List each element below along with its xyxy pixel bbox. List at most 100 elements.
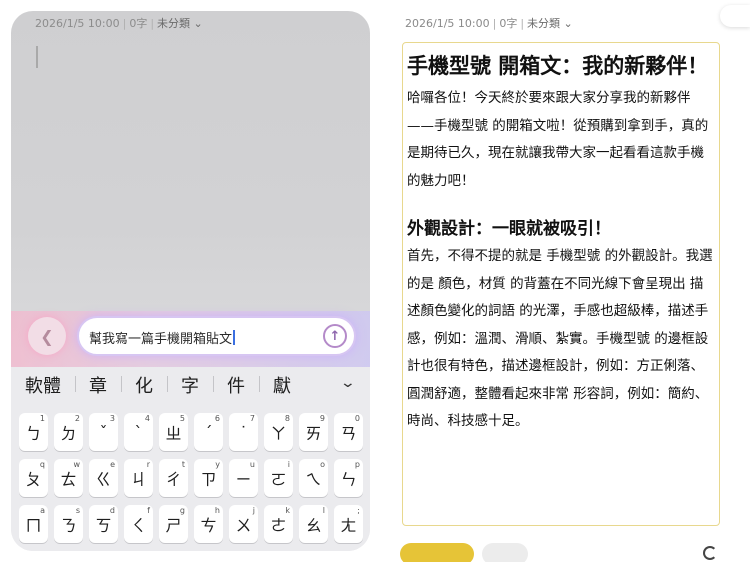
keyboard-key[interactable]: ˋ4 — [124, 413, 153, 451]
key-sublabel: k — [285, 506, 290, 515]
keyboard-key[interactable]: ㄐr — [124, 459, 153, 497]
key-sublabel: e — [110, 460, 115, 469]
refresh-icon[interactable] — [703, 546, 717, 560]
key-sublabel: 2 — [74, 414, 80, 423]
key-label: ㄞ — [305, 424, 322, 443]
key-sublabel: d — [109, 506, 115, 515]
keyboard-key[interactable]: ㄎd — [89, 505, 118, 543]
key-sublabel: 7 — [249, 414, 255, 423]
key-sublabel: g — [179, 506, 185, 515]
ai-prompt-value: 幫我寫一篇手機開箱貼文 — [89, 332, 233, 347]
keyboard-key[interactable]: ㄚ8 — [264, 413, 293, 451]
key-sublabel: l — [322, 506, 325, 515]
post-title: 手機型號 開箱文：我的新夥伴！ — [407, 54, 709, 78]
back-button[interactable]: ❮ — [28, 317, 66, 355]
keyboard-key[interactable]: ˊ6 — [194, 413, 223, 451]
key-sublabel: ; — [357, 506, 360, 515]
keyboard-key[interactable]: ㄗy — [194, 459, 223, 497]
keyboard-key[interactable]: ㄧu — [229, 459, 258, 497]
candidate-word[interactable]: 章 — [75, 372, 121, 398]
key-label: ㄇ — [25, 516, 42, 535]
keyboard-key[interactable]: ㄑf — [124, 505, 153, 543]
keyboard-key[interactable]: ㄘh — [194, 505, 223, 543]
keyboard-key[interactable]: ㄆq — [19, 459, 48, 497]
key-label: ㄊ — [60, 470, 77, 489]
keyboard-key[interactable]: ㄣp — [334, 459, 363, 497]
keyboard-key[interactable]: ㄟo — [299, 459, 328, 497]
keyboard-key[interactable]: ㄔt — [159, 459, 188, 497]
key-label: ㄛ — [270, 470, 287, 489]
ai-prompt-input[interactable]: 幫我寫一篇手機開箱貼文 ↑ — [77, 316, 356, 356]
note-char-count: 0字 — [129, 17, 148, 30]
note-date: 2026/1/5 10:00 — [405, 17, 490, 30]
keyboard-key[interactable]: ㄇa — [19, 505, 48, 543]
key-sublabel: w — [73, 460, 80, 469]
key-label: ㄠ — [305, 516, 322, 535]
section-heading: 外觀設計：一眼就被吸引！ — [407, 219, 611, 239]
category-label: 未分類 — [527, 17, 561, 30]
key-sublabel: f — [147, 506, 150, 515]
keyboard-key[interactable]: ㄠl — [299, 505, 328, 543]
candidate-word[interactable]: 件 — [213, 372, 259, 398]
candidate-word[interactable]: 字 — [167, 372, 213, 398]
note-date: 2026/1/5 10:00 — [35, 17, 120, 30]
action-chip-secondary[interactable] — [482, 543, 528, 562]
send-button[interactable]: ↑ — [323, 324, 347, 348]
keyboard-key[interactable]: ㄜk — [264, 505, 293, 543]
key-label: ㄟ — [305, 470, 322, 489]
keyboard-key[interactable]: ㄛi — [264, 459, 293, 497]
key-label: ㄤ — [340, 516, 357, 535]
key-sublabel: s — [75, 506, 80, 515]
keyboard-key[interactable]: ˙ 7 — [229, 413, 258, 451]
action-chip-primary[interactable] — [400, 543, 474, 562]
key-sublabel: j — [252, 506, 255, 515]
key-grid: ㄅ 1 ㄉ 2 ˇ 3 ˋ 4 ㄓ 5 ˊ 6 ˙ 7 ㄚ 8 ㄞ 9 ㄢ 0 ㄆ q ㄊ w ㄍ e ㄐ r ㄔ t ㄗ y ㄧ u ㄛ i ㄟ o ㄣ p… — [19, 413, 364, 551]
section-body: 首先，不得不提的就是 手機型號 的外觀設計。我選的是 顏色，材質 的背蓋在不同光… — [407, 248, 713, 429]
category-selector[interactable]: 未分類 ⌄ — [157, 17, 203, 30]
key-label: ㄢ — [340, 424, 357, 443]
key-sublabel: 3 — [109, 414, 115, 423]
keyboard-key[interactable]: ㄍe — [89, 459, 118, 497]
candidate-word[interactable]: 軟體 — [11, 372, 75, 398]
meta-divider: | — [122, 17, 127, 30]
key-row: ㄇ a ㄋ s ㄎ d ㄑ f ㄕ g ㄘ h ㄨ j ㄜ k ㄠ l ㄤ; — [19, 505, 364, 543]
category-label: 未分類 — [157, 17, 191, 30]
ai-prompt-text: 幫我寫一篇手機開箱貼文 — [89, 328, 235, 347]
keyboard-key[interactable]: ㄤ; — [334, 505, 363, 543]
key-label: ㄐ — [130, 470, 147, 489]
key-sublabel: h — [214, 506, 220, 515]
key-sublabel: q — [39, 460, 45, 469]
key-sublabel: p — [354, 460, 360, 469]
generated-post[interactable]: 手機型號 開箱文：我的新夥伴！ 哈囉各位！今天終於要來跟大家分享我的新夥伴——手… — [402, 42, 720, 526]
keyboard-key[interactable]: ㄊw — [54, 459, 83, 497]
key-sublabel: 1 — [39, 414, 45, 423]
screenshot-root: 2026/1/5 10:00 | 0字 | 未分類 ⌄ ❮ 幫我寫一篇手機開箱貼文 ↑ … — [0, 0, 750, 562]
key-row: ㄆqㄊwㄍeㄐrㄔtㄗyㄧuㄛiㄟoㄣp — [19, 459, 364, 497]
keyboard-key[interactable]: ㄢ0 — [334, 413, 363, 451]
meta-divider: | — [520, 17, 525, 30]
expand-candidates-button[interactable]: ⌄ — [340, 375, 356, 391]
floating-handle[interactable] — [720, 5, 750, 27]
candidate-word[interactable]: 化 — [121, 372, 167, 398]
key-sublabel: 9 — [319, 414, 325, 423]
keyboard-key[interactable]: ˇ3 — [89, 413, 118, 451]
candidate-word[interactable]: 獻 — [259, 372, 305, 398]
key-sublabel: 6 — [214, 414, 220, 423]
chevron-down-icon: ⌄ — [339, 375, 357, 391]
key-sublabel: 4 — [144, 414, 150, 423]
key-label: ˙ — [239, 422, 248, 442]
keyboard-key[interactable]: ㄞ9 — [299, 413, 328, 451]
keyboard-key[interactable]: ㄨj — [229, 505, 258, 543]
key-sublabel: r — [146, 460, 150, 469]
key-row: ㄅ 1 ㄉ 2 ˇ 3 ˋ 4 ㄓ 5 ˊ 6 ˙ 7 ㄚ 8 ㄞ 9 ㄢ 0 — [19, 413, 364, 451]
keyboard-key[interactable]: ㄓ5 — [159, 413, 188, 451]
keyboard-key[interactable]: ㄅ1 — [19, 413, 48, 451]
keyboard-key[interactable]: ㄉ2 — [54, 413, 83, 451]
category-selector[interactable]: 未分類 ⌄ — [527, 17, 573, 30]
key-label: ㄣ — [340, 470, 357, 489]
keyboard-key[interactable]: ㄕg — [159, 505, 188, 543]
key-sublabel: i — [287, 460, 290, 469]
keyboard-key[interactable]: ㄋs — [54, 505, 83, 543]
key-label: ˋ — [134, 422, 143, 442]
key-sublabel: u — [249, 460, 255, 469]
